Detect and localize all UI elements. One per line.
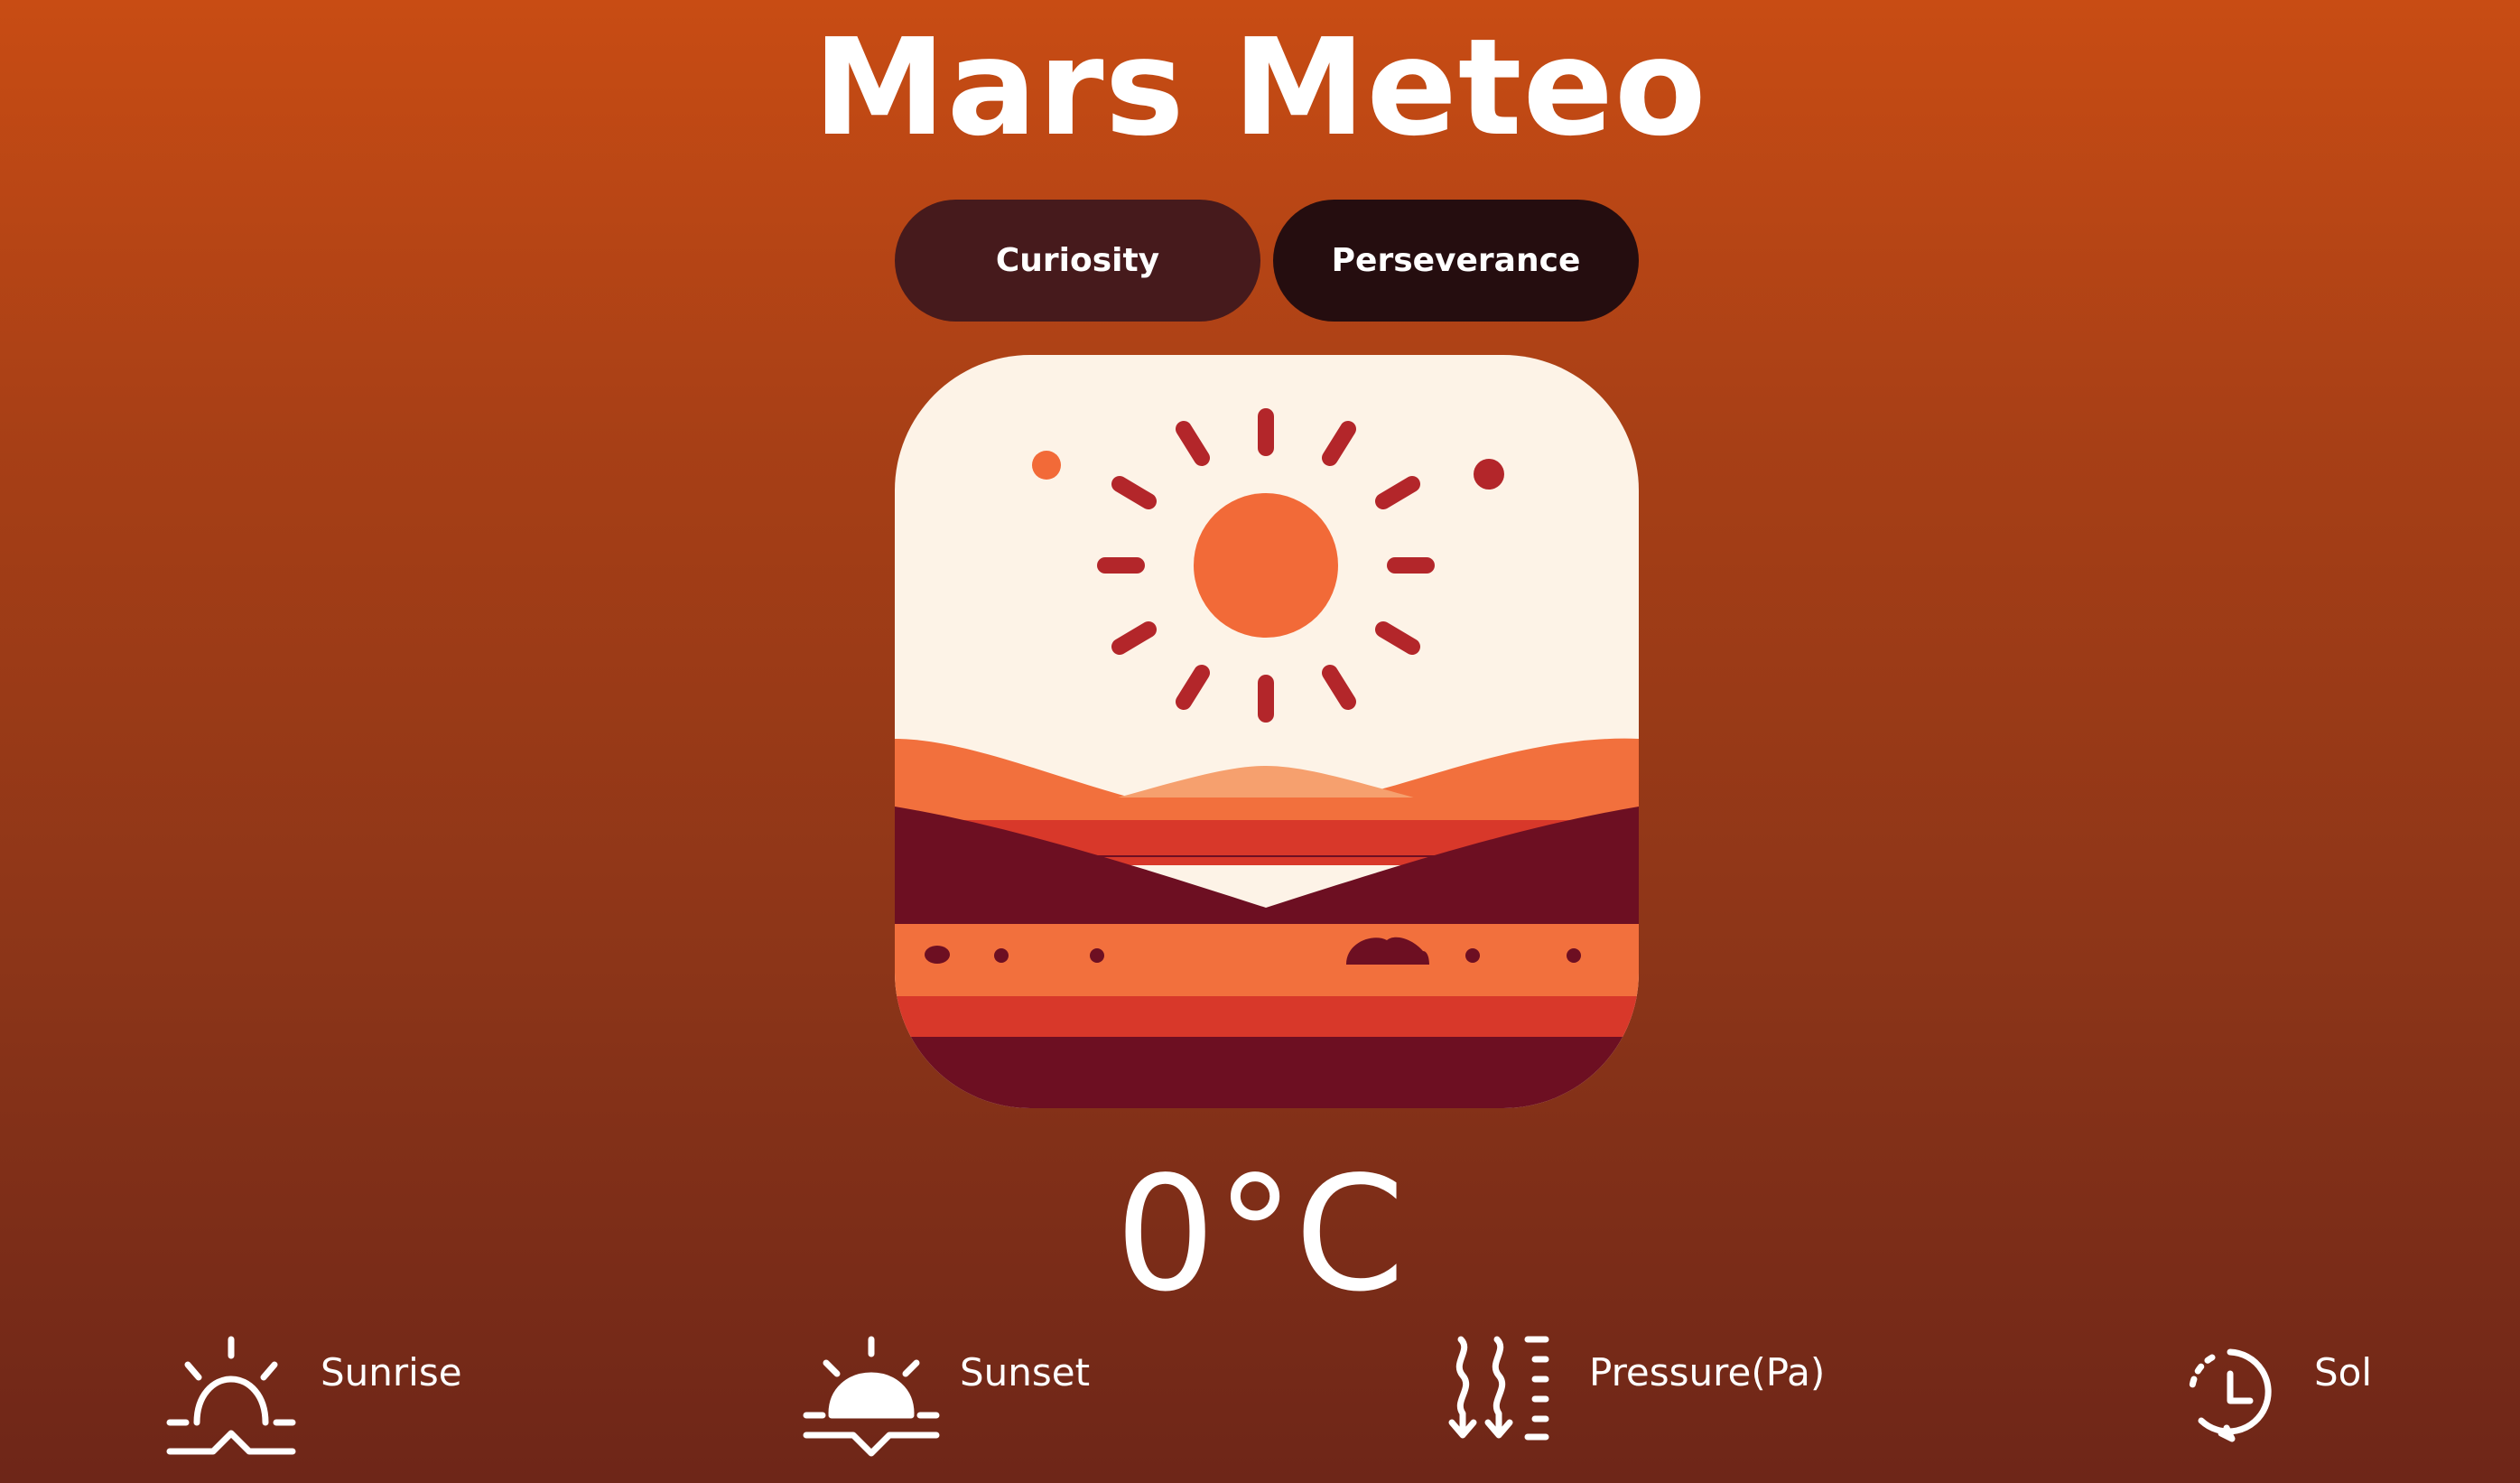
sunrise-icon — [166, 1336, 296, 1455]
pressure-label: Pressure(Pa) — [1589, 1350, 1826, 1394]
sun-over-mars-dunes-icon — [895, 355, 1639, 1108]
perseverance-button[interactable]: Perseverance — [1273, 200, 1639, 322]
sunset-label: Sunset — [960, 1350, 1091, 1394]
sol-label: Sol — [2314, 1350, 2373, 1394]
clock-icon — [2189, 1348, 2272, 1442]
temperature-value: 0°C — [1114, 1143, 1406, 1327]
pressure-icon — [1448, 1336, 1549, 1441]
curiosity-button[interactable]: Curiosity — [895, 200, 1260, 322]
sunset-icon — [803, 1336, 940, 1457]
app-title: Mars Meteo — [813, 10, 1707, 165]
sunrise-label: Sunrise — [321, 1350, 462, 1394]
weather-illustration — [895, 355, 1639, 1108]
rover-selector: Curiosity Perseverance — [895, 200, 1639, 322]
